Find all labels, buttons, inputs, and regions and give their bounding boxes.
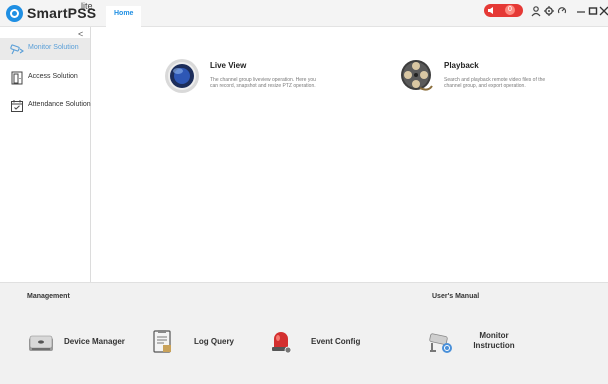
sidebar-item-label: Monitor Solution xyxy=(28,44,79,51)
settings-icon[interactable] xyxy=(543,4,555,16)
tool-label: Event Config xyxy=(311,337,361,346)
management-title: Management xyxy=(27,293,70,300)
tool-label: Log Query xyxy=(194,337,235,346)
app-name-suffix: lite xyxy=(81,1,93,11)
access-solution-icon xyxy=(10,71,24,85)
speaker-icon xyxy=(488,7,493,14)
app-logo-icon xyxy=(6,5,23,22)
sidebar-item-attendance-solution[interactable]: Attendance Solution xyxy=(0,95,91,117)
playback-card[interactable]: Playback Search and playback remote vide… xyxy=(398,58,568,98)
bottom-panel: Management User's Manual Device Manager … xyxy=(0,282,608,384)
tool-label-line1: Monitor xyxy=(479,331,509,340)
log-query-icon xyxy=(150,329,176,355)
sidebar-item-label: Attendance Solution xyxy=(28,101,91,108)
event-config-button[interactable]: Event Config xyxy=(268,329,368,357)
attendance-solution-icon xyxy=(10,99,24,113)
minimize-icon[interactable] xyxy=(575,4,587,16)
sidebar: < Monitor Solution Access Solution Atten… xyxy=(0,27,91,282)
sidebar-item-monitor-solution[interactable]: Monitor Solution xyxy=(0,38,90,60)
event-config-icon xyxy=(268,329,294,355)
feature-description: Search and playback remote video files o… xyxy=(444,77,546,89)
live-view-card[interactable]: Live View The channel group liveview ope… xyxy=(164,58,334,98)
sidebar-item-label: Access Solution xyxy=(28,73,78,80)
sidebar-item-access-solution[interactable]: Access Solution xyxy=(0,67,90,89)
monitor-instruction-button[interactable]: Monitor Instruction xyxy=(428,329,528,357)
tool-label-line2: Instruction xyxy=(473,341,515,350)
tab-home[interactable]: Home xyxy=(106,6,142,27)
device-manager-button[interactable]: Device Manager xyxy=(28,329,138,357)
monitor-instruction-icon xyxy=(428,329,454,355)
playback-icon xyxy=(398,58,434,94)
close-icon[interactable] xyxy=(598,4,608,16)
tool-label: Device Manager xyxy=(64,337,125,346)
alarm-count-badge: 0 xyxy=(505,5,515,15)
users-manual-title: User's Manual xyxy=(432,293,480,300)
monitor-solution-icon xyxy=(10,42,24,56)
device-manager-icon xyxy=(28,329,54,355)
lock-screen-icon[interactable] xyxy=(556,4,568,16)
log-query-button[interactable]: Log Query xyxy=(150,329,250,357)
feature-title: Playback xyxy=(444,61,479,70)
feature-title: Live View xyxy=(210,61,247,70)
live-view-icon xyxy=(164,58,200,94)
user-icon[interactable] xyxy=(530,4,542,17)
feature-description: The channel group liveview operation. He… xyxy=(210,77,316,89)
title-bar: SmartPSS lite Home 0 xyxy=(0,0,608,27)
alarm-button[interactable]: 0 xyxy=(484,4,523,17)
